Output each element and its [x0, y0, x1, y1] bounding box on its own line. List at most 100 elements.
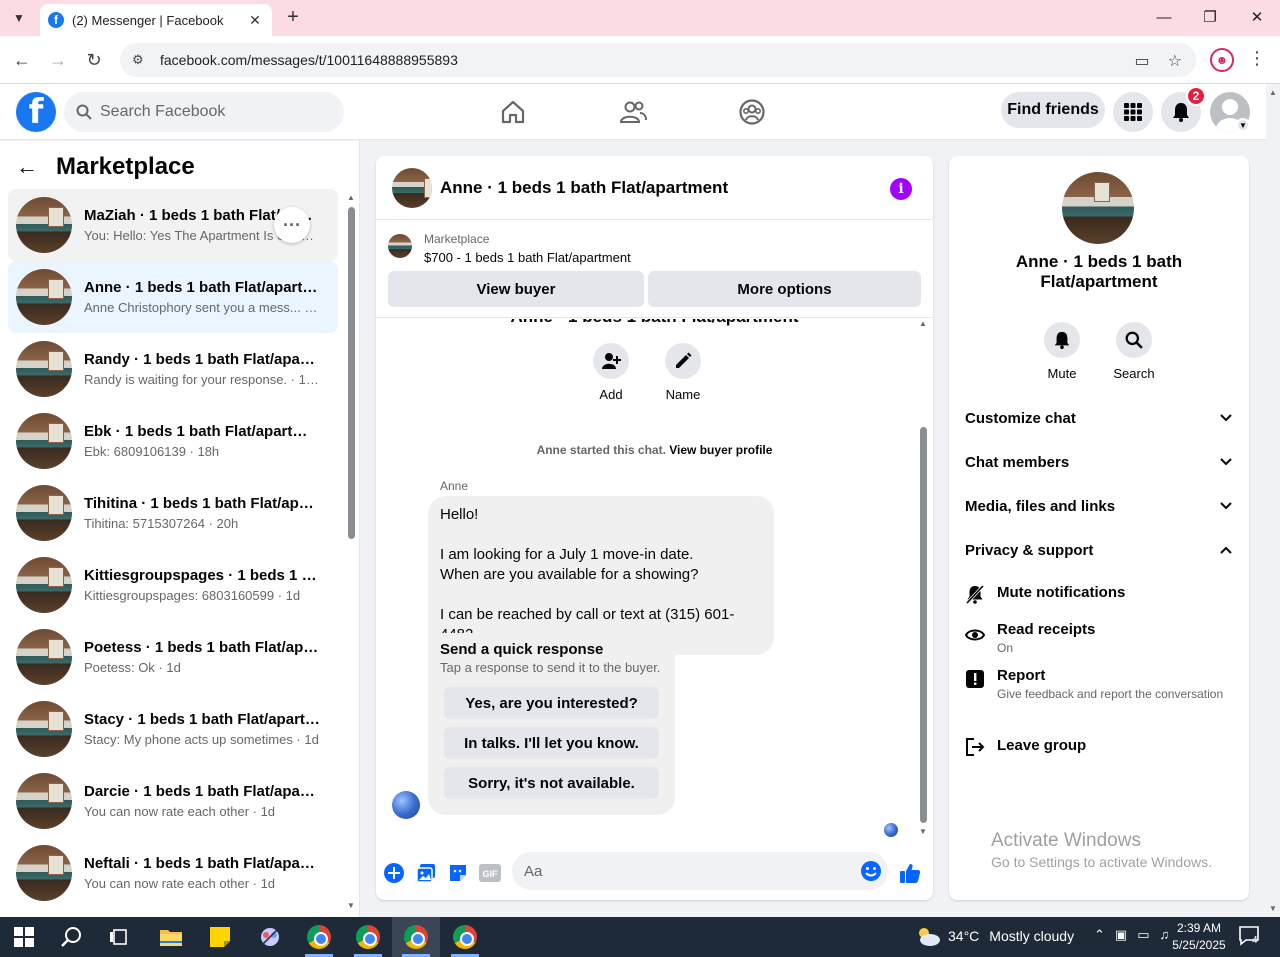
scrollbar-thumb[interactable] [348, 207, 355, 539]
taskbar-search-icon[interactable] [58, 923, 86, 951]
chat-title[interactable]: Anne · 1 beds 1 bath Flat/apartment [440, 178, 728, 198]
leave-group-item[interactable]: Leave group [965, 737, 1233, 757]
facebook-search[interactable] [64, 92, 344, 132]
more-options-icon[interactable]: ··· [274, 207, 310, 243]
scroll-up-icon[interactable]: ▲ [347, 193, 355, 202]
chevron-down-icon [1220, 502, 1232, 510]
close-window-icon[interactable]: ✕ [1234, 0, 1280, 34]
search-in-conversation-action[interactable]: Search [1104, 322, 1164, 381]
mute-action[interactable]: Mute [1032, 322, 1092, 381]
browser-tab-messenger[interactable]: f (2) Messenger | Facebook ✕ [40, 4, 272, 36]
read-receipts-item[interactable]: Read receipts On [965, 621, 1233, 656]
cloudy-weather-icon [919, 928, 940, 946]
home-icon[interactable] [497, 96, 529, 128]
chrome-active-icon[interactable] [402, 923, 430, 951]
facebook-logo-icon[interactable]: f [16, 92, 56, 132]
tab-search-chevron-icon[interactable]: ▼ [6, 6, 32, 30]
back-arrow-icon[interactable]: ← [16, 154, 38, 180]
back-arrow-icon[interactable]: ← [10, 48, 34, 72]
emoji-icon[interactable] [860, 860, 882, 882]
scroll-up-icon[interactable]: ▲ [1269, 88, 1277, 97]
windows-start-icon[interactable] [10, 923, 38, 951]
conversation-info-icon[interactable]: i [890, 178, 912, 200]
conversation-item[interactable]: Anne · 1 beds 1 bath Flat/apartment Anne… [8, 261, 338, 333]
show-hidden-icons-chevron-icon[interactable]: ⌃ [1094, 927, 1105, 943]
conversation-list-scrollbar[interactable]: ▲ ▼ [347, 193, 355, 913]
action-center-icon[interactable]: 4 [1238, 925, 1262, 949]
browser-profile-icon[interactable]: ☻ [1210, 48, 1234, 72]
quick-reply-yes-button[interactable]: Yes, are you interested? [444, 687, 659, 719]
media-files-links-section[interactable]: Media, files and links [965, 488, 1233, 524]
chrome-profile-icon[interactable] [451, 923, 479, 951]
more-actions-plus-icon[interactable] [383, 862, 405, 884]
message-input-wrapper[interactable] [512, 852, 888, 890]
conversation-item[interactable]: Poetess · 1 beds 1 bath Flat/apartment P… [8, 621, 338, 693]
quick-reply-in-talks-button[interactable]: In talks. I'll let you know. [444, 727, 659, 759]
network-icon[interactable]: ▭ [1137, 927, 1149, 943]
minimize-window-icon[interactable]: — [1141, 0, 1187, 34]
conversation-item[interactable]: Neftali · 1 beds 1 bath Flat/apartment Y… [8, 837, 338, 909]
account-chevron-icon[interactable]: ▼ [1236, 118, 1250, 132]
weather-widget[interactable]: 34°C Mostly cloudy [914, 925, 1074, 947]
report-item[interactable]: Report Give feedback and report the conve… [965, 667, 1233, 702]
restore-window-icon[interactable]: ❐ [1187, 0, 1233, 34]
chat-members-section[interactable]: Chat members [965, 444, 1233, 480]
new-tab-plus-icon[interactable]: + [282, 6, 304, 28]
conversation-item[interactable]: Tihitina · 1 beds 1 bath Flat/apartment … [8, 477, 338, 549]
forward-arrow-icon[interactable]: → [46, 48, 70, 72]
close-tab-icon[interactable]: ✕ [246, 12, 264, 29]
conversation-item[interactable]: Randy · 1 beds 1 bath Flat/apartment Ran… [8, 333, 338, 405]
conversation-item[interactable]: Kittiesgroupspages · 1 beds 1 bath Flat/… [8, 549, 338, 621]
task-view-icon[interactable] [105, 923, 133, 951]
snipping-tool-icon[interactable] [256, 923, 284, 951]
sticker-icon[interactable] [447, 862, 469, 884]
view-buyer-profile-link[interactable]: View buyer profile [669, 443, 772, 457]
find-friends-button[interactable]: Find friends [1001, 92, 1105, 128]
groups-icon[interactable] [736, 96, 768, 128]
conversation-item[interactable]: Darcie · 1 beds 1 bath Flat/apartment Yo… [8, 765, 338, 837]
chrome-profile-n-icon[interactable] [305, 923, 333, 951]
device-icon[interactable]: ▣ [1115, 927, 1127, 943]
privacy-support-section[interactable]: Privacy & support [965, 532, 1233, 568]
quick-reply-not-available-button[interactable]: Sorry, it's not available. [444, 767, 659, 799]
chrome-profile-icon[interactable] [354, 923, 382, 951]
taskbar-clock[interactable]: 2:39 AM 5/25/2025 [1164, 920, 1234, 954]
gif-icon[interactable]: GIF [479, 862, 501, 884]
menu-grid-icon[interactable] [1113, 92, 1153, 132]
browser-menu-icon[interactable]: ⋮ [1248, 48, 1266, 69]
add-member-action[interactable]: Add [581, 343, 641, 402]
message-input[interactable] [524, 862, 844, 880]
customize-chat-section[interactable]: Customize chat [965, 400, 1233, 436]
listing-price-title[interactable]: $700 - 1 beds 1 bath Flat/apartment [424, 250, 631, 265]
mute-notifications-item[interactable]: Mute notifications [965, 584, 1233, 604]
conversation-item[interactable]: Ebk · 1 beds 1 bath Flat/apartment Ebk: … [8, 405, 338, 477]
sticky-notes-icon[interactable] [206, 923, 234, 951]
scroll-down-icon[interactable]: ▼ [1269, 904, 1277, 913]
scroll-down-icon[interactable]: ▼ [347, 901, 355, 910]
attach-photo-icon[interactable] [415, 862, 437, 884]
message-bubble[interactable]: Hello! I am looking for a July 1 move-in… [428, 496, 774, 655]
conversation-item[interactable]: Stacy · 1 beds 1 bath Flat/apartment Sta… [8, 693, 338, 765]
scroll-up-icon[interactable]: ▲ [919, 319, 927, 328]
reload-icon[interactable]: ↻ [82, 48, 106, 72]
bookmark-star-icon[interactable]: ☆ [1168, 51, 1182, 71]
page-scrollbar[interactable]: ▲ ▼ [1266, 84, 1280, 917]
sender-avatar[interactable] [392, 791, 420, 819]
site-settings-icon[interactable]: ⚙ [132, 52, 148, 68]
more-options-button[interactable]: More options [648, 271, 921, 307]
scrollbar-thumb[interactable] [920, 427, 927, 823]
install-app-icon[interactable]: ▭ [1135, 51, 1150, 71]
conversation-preview: Poetess: Ok · 1d [84, 660, 181, 675]
name-chat-action[interactable]: Name [653, 343, 713, 402]
chat-listing-thumbnail[interactable] [392, 167, 432, 208]
view-buyer-button[interactable]: View buyer [388, 271, 644, 307]
address-bar[interactable]: ⚙ facebook.com/messages/t/10011648888955… [120, 43, 1196, 77]
conversation-item[interactable]: MaZiah · 1 beds 1 bath Flat/apartment Yo… [8, 189, 338, 261]
conversation-avatar[interactable] [1062, 172, 1134, 244]
search-input[interactable] [100, 103, 320, 121]
like-thumbs-up-icon[interactable] [899, 862, 921, 884]
message-thread-scrollbar[interactable]: ▲ ▼ [917, 319, 929, 839]
scroll-down-icon[interactable]: ▼ [919, 827, 927, 836]
file-explorer-icon[interactable] [157, 923, 185, 951]
friends-icon[interactable] [617, 96, 649, 128]
